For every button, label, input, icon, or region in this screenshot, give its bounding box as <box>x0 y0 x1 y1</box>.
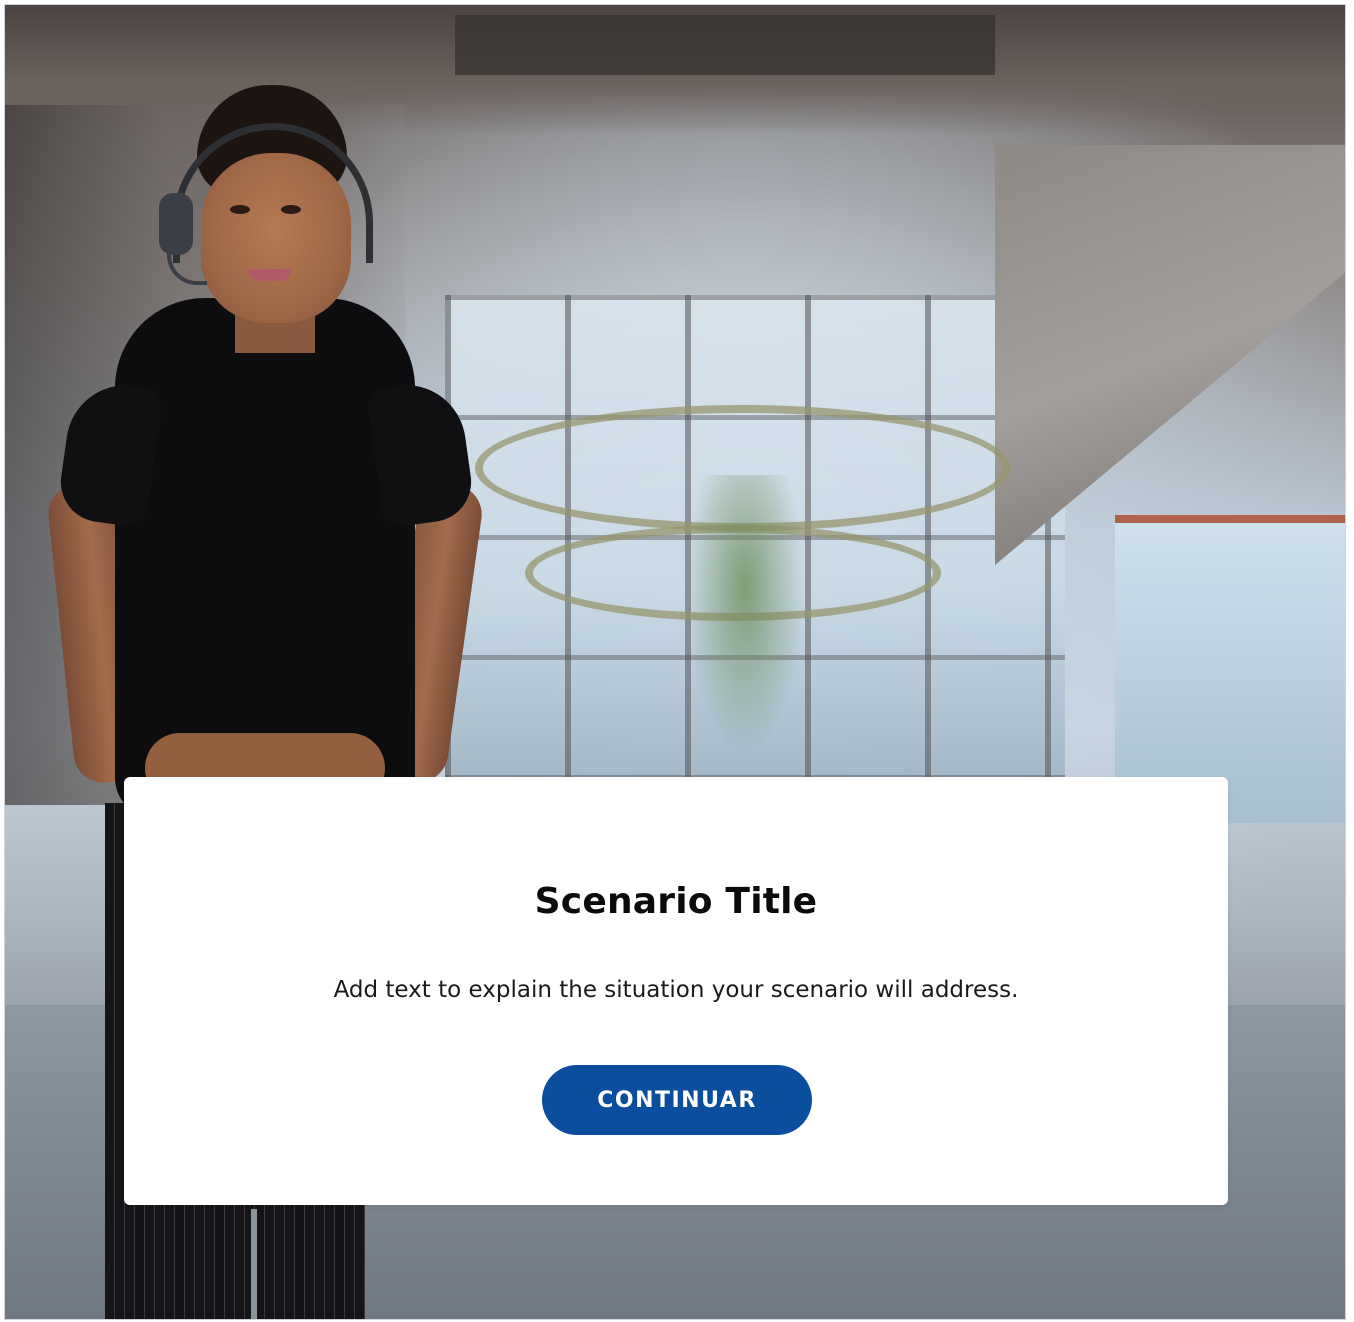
scenario-title: Scenario Title <box>534 881 818 922</box>
scenario-slide: Scenario Title Add text to explain the s… <box>4 4 1346 1320</box>
headset-earpiece <box>159 193 193 255</box>
background-right-wall <box>995 145 1345 565</box>
character-pants-gap <box>251 1209 257 1319</box>
continue-button[interactable]: CONTINUAR <box>542 1065 812 1135</box>
headset-microphone <box>167 251 207 285</box>
character-right-sleeve <box>365 377 477 529</box>
character-mouth <box>247 269 291 281</box>
background-ceiling-vent <box>455 15 995 75</box>
background-tree <box>685 475 805 755</box>
scenario-card: Scenario Title Add text to explain the s… <box>124 777 1228 1205</box>
character-left-sleeve <box>55 377 165 529</box>
scenario-description: Add text to explain the situation your s… <box>333 977 1019 1003</box>
